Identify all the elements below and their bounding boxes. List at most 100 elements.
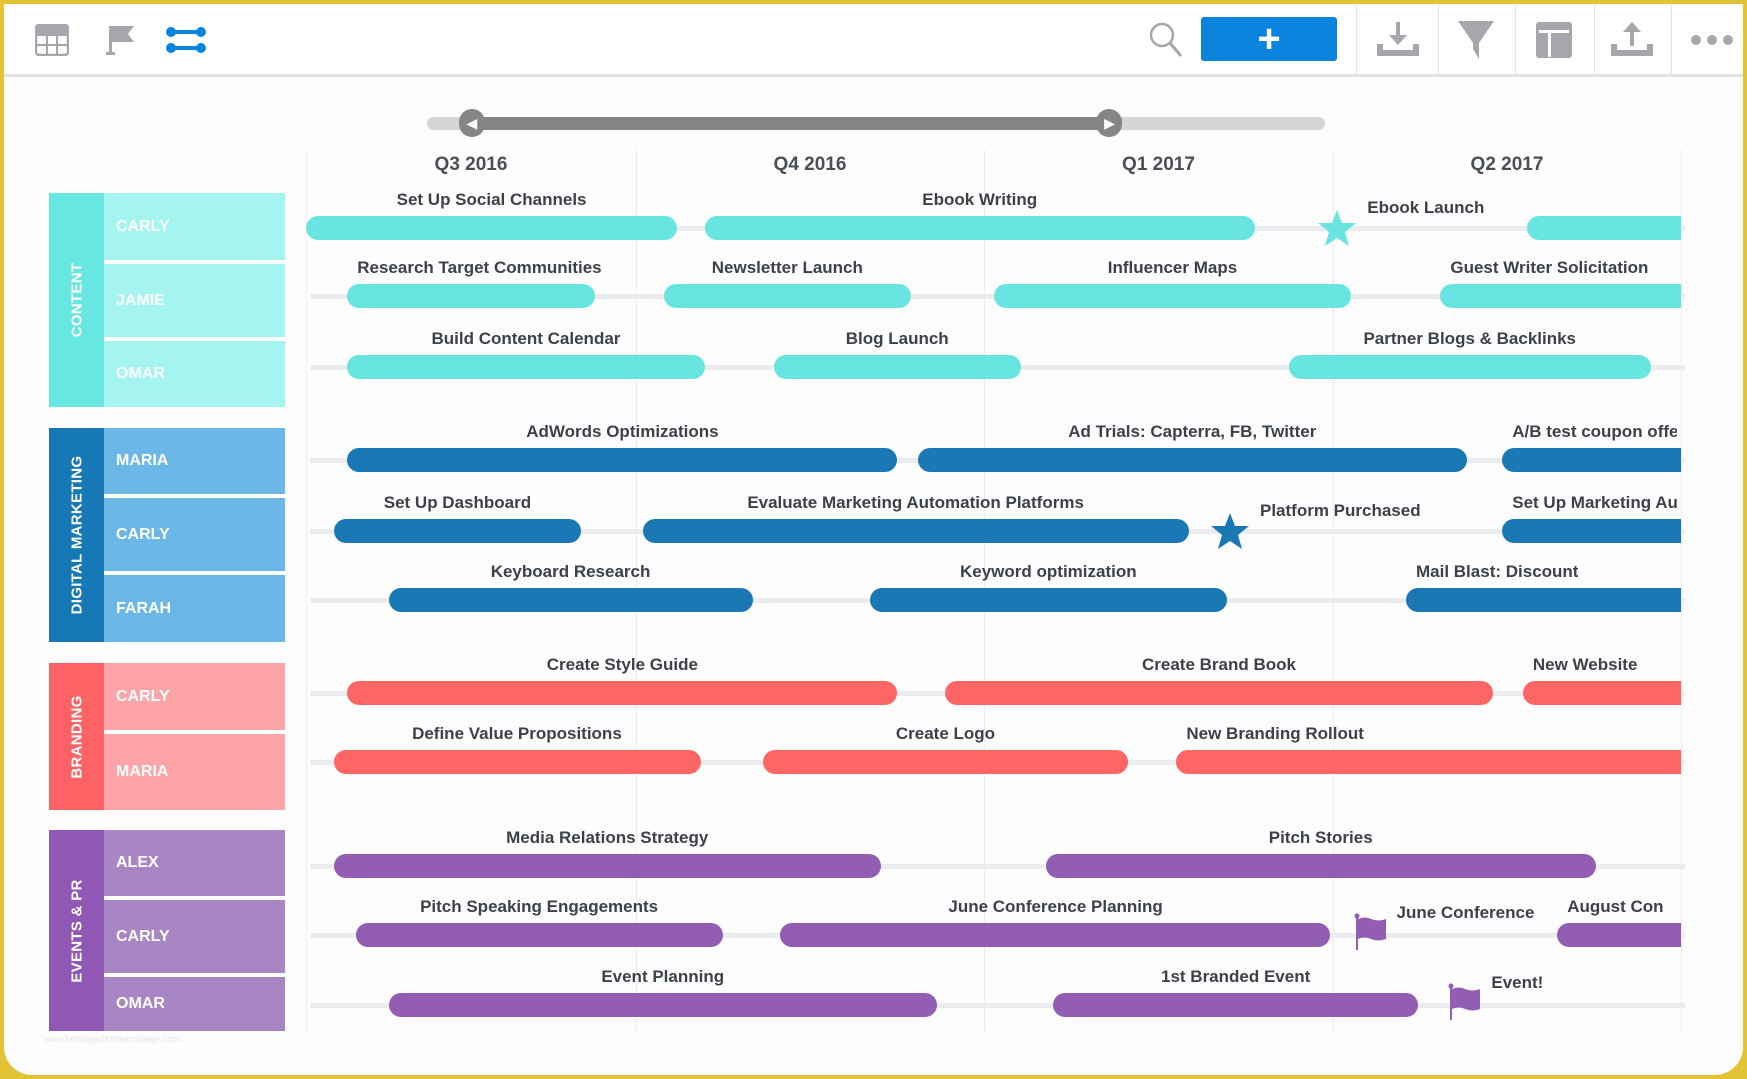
group-digital-marketing: DIGITAL MARKETING MARIA CARLY FARAH [49, 428, 285, 642]
member-row[interactable]: MARIA [104, 734, 285, 810]
member-name: OMAR [116, 995, 165, 1012]
task-bar[interactable] [388, 993, 938, 1017]
search-icon[interactable] [1144, 18, 1188, 62]
task-bar[interactable] [1502, 448, 1681, 472]
quarter-label: Q1 2017 [1122, 154, 1195, 175]
task-bar[interactable] [1557, 923, 1681, 947]
timeline-view-icon[interactable] [164, 18, 208, 62]
task-label: Influencer Maps [1107, 258, 1238, 277]
group-band[interactable]: EVENTS & PR [49, 830, 104, 1031]
star-milestone-icon[interactable] [1210, 511, 1250, 551]
toolbar: + [4, 4, 1743, 77]
milestone-label: Ebook Launch [1367, 198, 1485, 217]
watermark: www.heritagechristiancollege.com [44, 1034, 180, 1044]
task-bar[interactable] [1045, 854, 1596, 878]
layout-icon[interactable] [1532, 18, 1576, 62]
task-bar[interactable] [773, 355, 1021, 379]
task-label: Event Planning [601, 967, 725, 986]
quarter-label: Q2 2017 [1470, 154, 1544, 175]
task-bar[interactable] [347, 681, 898, 705]
task-label: Define Value Propositions [412, 724, 622, 743]
task-bar[interactable] [1440, 284, 1681, 308]
group-band[interactable]: DIGITAL MARKETING [49, 428, 104, 642]
task-label: Research Target Communities [357, 258, 602, 277]
range-slider-selection[interactable] [471, 117, 1110, 130]
member-name: OMAR [116, 365, 165, 382]
flag-milestone-icon[interactable] [1447, 981, 1487, 1021]
task-bar[interactable] [642, 519, 1189, 543]
task-label: Keyboard Research [490, 562, 651, 581]
task-bar[interactable] [333, 519, 581, 543]
task-label: Pitch Stories [1268, 828, 1373, 847]
task-label: Ad Trials: Capterra, FB, Twitter [1068, 422, 1317, 441]
task-label: August Con [1567, 897, 1664, 916]
member-name: JAMIE [116, 291, 165, 309]
task-bar[interactable] [663, 284, 911, 308]
task-bar[interactable] [355, 923, 723, 947]
more-icon[interactable] [1690, 18, 1734, 62]
task-bar[interactable] [993, 284, 1351, 308]
member-row[interactable]: CARLY [104, 498, 285, 571]
member-row[interactable]: OMAR [104, 341, 285, 407]
milestone-flag-icon[interactable] [99, 18, 143, 62]
range-slider-end-handle[interactable]: ▶ [1096, 109, 1123, 137]
task-bar[interactable] [1176, 750, 1681, 774]
member-row[interactable]: CARLY [104, 193, 285, 260]
task-label: A/B test coupon offe [1512, 422, 1677, 441]
member-row[interactable]: MARIA [104, 428, 285, 494]
table-view-icon[interactable] [30, 18, 74, 62]
task-label: 1st Branded Event [1161, 967, 1311, 986]
member-row[interactable]: CARLY [104, 900, 285, 973]
task-bar[interactable] [333, 750, 701, 774]
task-bar[interactable] [780, 923, 1331, 947]
task-bar[interactable] [1522, 681, 1681, 705]
task-bar[interactable] [869, 588, 1228, 612]
task-bar[interactable] [1052, 993, 1419, 1017]
task-label: Build Content Calendar [431, 329, 621, 348]
quarter-label: Q3 2016 [434, 154, 508, 175]
star-milestone-icon[interactable] [1317, 208, 1357, 248]
task-label: Evaluate Marketing Automation Platforms [747, 493, 1084, 512]
member-name: CARLY [116, 525, 170, 543]
task-bar[interactable] [945, 681, 1493, 705]
task-label: New Branding Rollout [1186, 724, 1364, 743]
task-bar[interactable] [306, 216, 678, 240]
task-bar[interactable] [1502, 519, 1681, 543]
task-bar[interactable] [388, 588, 753, 612]
milestone-label: June Conference [1396, 903, 1535, 922]
task-bar[interactable] [333, 854, 881, 878]
flag-milestone-icon[interactable] [1353, 911, 1393, 951]
task-bar[interactable] [1527, 216, 1681, 240]
upload-icon[interactable] [1610, 18, 1654, 62]
app-window: + ◀ ▶ Q3 2016 Q4 2016 Q1 2017 Q2 2017 CONTE… [4, 4, 1743, 1075]
task-bar[interactable] [347, 355, 705, 379]
member-row[interactable]: ALEX [104, 830, 285, 896]
task-label: New Website [1532, 655, 1638, 674]
add-button[interactable]: + [1201, 17, 1337, 61]
group-band[interactable]: CONTENT [49, 193, 104, 407]
task-label: Ebook Writing [922, 190, 1038, 209]
task-bar[interactable] [704, 216, 1255, 240]
task-label: Set Up Marketing Au [1512, 493, 1677, 512]
member-name: CARLY [116, 217, 170, 235]
milestone-label: Event! [1491, 973, 1544, 992]
task-label: Set Up Dashboard [383, 493, 532, 512]
member-row[interactable]: CARLY [104, 663, 285, 730]
member-row[interactable]: JAMIE [104, 264, 285, 337]
task-bar[interactable] [1406, 588, 1681, 612]
task-bar[interactable] [347, 284, 595, 308]
task-bar[interactable] [347, 448, 898, 472]
task-label: Partner Blogs & Backlinks [1363, 329, 1577, 348]
task-bar[interactable] [917, 448, 1467, 472]
divider [1515, 4, 1516, 74]
range-slider-start-handle[interactable]: ◀ [458, 109, 485, 137]
member-row[interactable]: FARAH [104, 575, 285, 642]
group-label: DIGITAL MARKETING [68, 455, 85, 615]
download-icon[interactable] [1376, 18, 1420, 62]
filter-icon[interactable] [1454, 18, 1498, 62]
task-label: AdWords Optimizations [526, 422, 719, 441]
group-band[interactable]: BRANDING [49, 663, 104, 810]
task-bar[interactable] [762, 750, 1129, 774]
task-bar[interactable] [1289, 355, 1651, 379]
member-row[interactable]: OMAR [104, 977, 285, 1031]
